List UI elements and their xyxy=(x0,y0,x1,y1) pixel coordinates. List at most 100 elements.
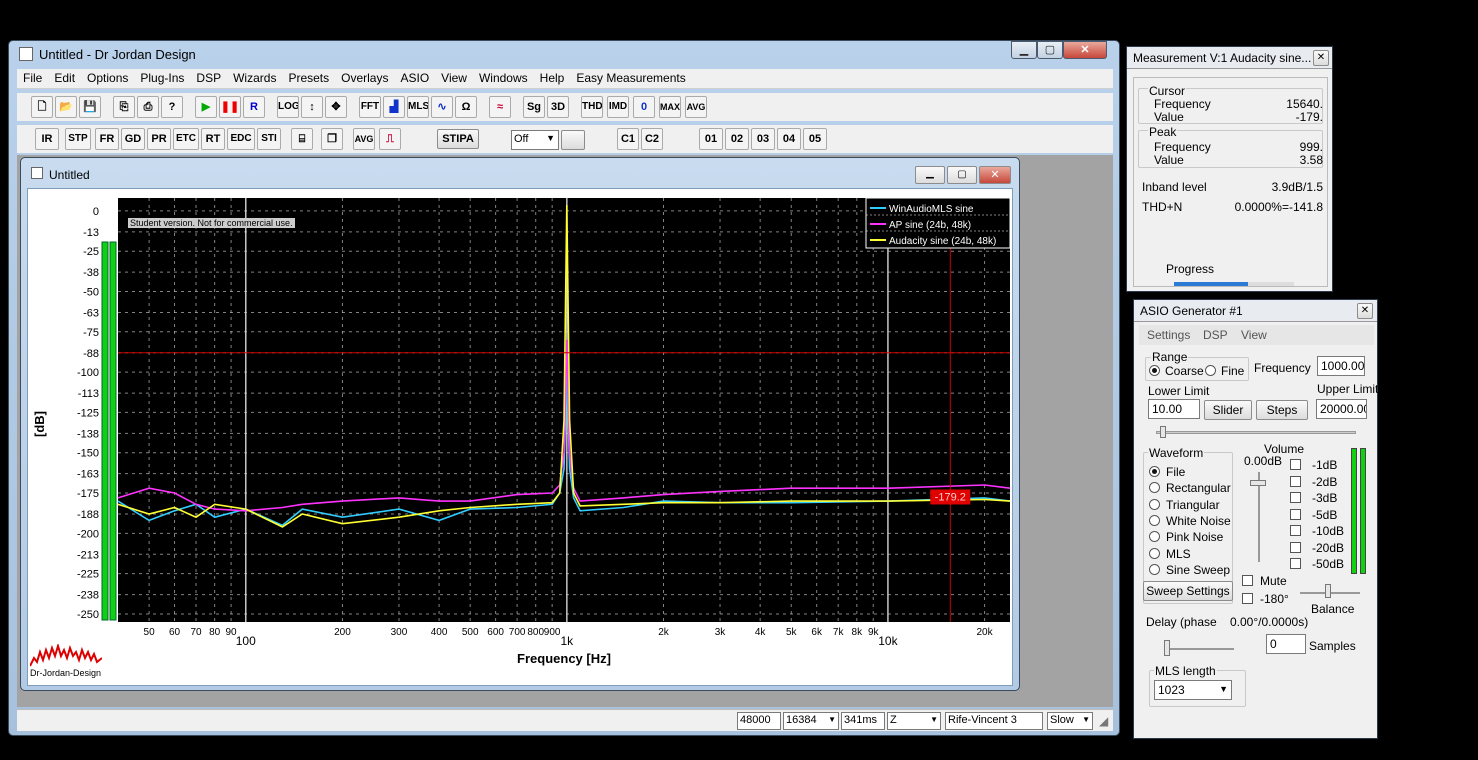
level-meter-right xyxy=(109,241,117,621)
frequency-slider-thumb[interactable] xyxy=(1160,426,1166,438)
attenuation-label: -20dB xyxy=(1312,540,1345,555)
generator-window: ASIO Generator #1 ✕ Settings DSP View Ra… xyxy=(1133,299,1378,739)
waveform-label-white-noise: White Noise xyxy=(1166,513,1231,528)
gen-menu-dsp[interactable]: DSP xyxy=(1203,328,1228,342)
y-tick-label: -63 xyxy=(83,307,99,319)
fine-radio[interactable] xyxy=(1205,365,1216,376)
progress-bar xyxy=(1174,282,1294,286)
y-tick-label: 0 xyxy=(93,206,99,218)
upper-limit-label: Upper Limit xyxy=(1317,382,1379,396)
x-tick-label: 20k xyxy=(977,627,994,638)
gen-titlebar: ASIO Generator #1 ✕ xyxy=(1134,300,1377,322)
y-tick-label: -13 xyxy=(83,227,99,239)
mute-checkbox[interactable] xyxy=(1242,575,1253,586)
waveform-radio-mls[interactable] xyxy=(1149,547,1160,559)
x-tick-label: 10k xyxy=(878,634,898,648)
x-tick-label: 100 xyxy=(236,634,256,648)
mls-length-select[interactable]: 1023 ▼ xyxy=(1154,680,1232,700)
slider-button[interactable]: Slider xyxy=(1204,400,1252,420)
y-tick-label: -113 xyxy=(78,388,99,400)
range-label: Range xyxy=(1151,350,1189,364)
y-tick-label: -38 xyxy=(83,267,99,279)
coarse-radio[interactable] xyxy=(1149,365,1160,376)
steps-button[interactable]: Steps xyxy=(1256,400,1308,420)
attenuation-checkbox-minus-1db[interactable] xyxy=(1290,459,1301,470)
x-tick-label: 300 xyxy=(391,627,408,638)
level-meter-left xyxy=(1351,448,1357,574)
y-tick-label: -213 xyxy=(77,549,99,561)
waveform-radio-sine-sweep[interactable] xyxy=(1149,563,1160,575)
student-watermark: Student version. Not for commercial use. xyxy=(128,218,295,228)
attenuation-checkbox-minus-10db[interactable] xyxy=(1290,525,1301,536)
inband-label: Inband level xyxy=(1142,180,1207,194)
x-tick-label: 1k xyxy=(561,634,575,648)
upper-limit-input[interactable]: 20000.00 xyxy=(1316,399,1367,419)
y-tick-label: -238 xyxy=(77,590,99,602)
legend-entry: Audacity sine (24b, 48k) xyxy=(889,236,996,247)
delay-value: 0.00°/0.0000s) xyxy=(1230,615,1309,629)
x-tick-label: 600 xyxy=(487,627,504,638)
attenuation-checkbox-minus-20db[interactable] xyxy=(1290,541,1301,553)
legend-entry: AP sine (24b, 48k) xyxy=(889,220,971,231)
balance-slider-thumb[interactable] xyxy=(1325,584,1331,598)
frequency-input[interactable]: 1000.00 xyxy=(1317,356,1365,376)
gen-menubar: Settings DSP View xyxy=(1139,325,1374,345)
delay-slider-thumb[interactable] xyxy=(1164,640,1170,656)
attenuation-checkbox-minus-3db[interactable] xyxy=(1290,492,1301,503)
attenuation-checkbox-minus-50db[interactable] xyxy=(1290,558,1301,569)
y-tick-label: -138 xyxy=(77,428,99,440)
mls-length-label: MLS length xyxy=(1154,664,1217,678)
y-tick-label: -225 xyxy=(77,569,99,581)
frequency-label: Frequency xyxy=(1254,361,1311,375)
lower-limit-input[interactable]: 10.00 xyxy=(1148,399,1200,419)
peak-label: Peak xyxy=(1148,125,1178,139)
waveform-radio-file[interactable] xyxy=(1149,466,1160,477)
gen-menu-settings[interactable]: Settings xyxy=(1147,328,1190,342)
x-tick-label: 80 xyxy=(209,627,221,638)
level-meter-left xyxy=(101,241,109,621)
volume-value: 0.00dB xyxy=(1244,454,1283,468)
peak-frequency-value: 999. xyxy=(1299,140,1323,154)
delay-slider-track[interactable] xyxy=(1164,648,1234,650)
progress-fill xyxy=(1174,282,1249,286)
x-tick-label: 3k xyxy=(715,627,727,638)
attenuation-checkbox-minus-2db[interactable] xyxy=(1290,475,1301,487)
cursor-value-label: Value xyxy=(1154,110,1184,124)
cursor-value: -179. xyxy=(1295,110,1323,124)
attenuation-label: -10dB xyxy=(1312,524,1345,538)
x-tick-label: 800 xyxy=(527,627,544,638)
waveform-radio-triangular[interactable] xyxy=(1149,498,1160,510)
x-tick-label: 200 xyxy=(334,627,351,638)
x-tick-label: 400 xyxy=(431,627,448,638)
x-axis-label: Frequency [Hz] xyxy=(517,651,611,666)
y-tick-label: -88 xyxy=(83,348,99,360)
mls-length-value: 1023 xyxy=(1158,683,1185,697)
chevron-down-icon: ▼ xyxy=(1219,684,1228,694)
volume-slider-thumb[interactable] xyxy=(1250,480,1266,486)
y-tick-label: -200 xyxy=(77,528,99,540)
x-tick-label: 700 xyxy=(509,627,526,638)
waveform-radio-white-noise[interactable] xyxy=(1149,514,1160,526)
y-axis-label: [dB] xyxy=(32,411,47,437)
sweep-settings-button[interactable]: Sweep Settings xyxy=(1143,581,1233,601)
x-tick-label: 2k xyxy=(658,627,670,638)
phase180-checkbox[interactable] xyxy=(1242,593,1253,604)
measure-close-button[interactable]: ✕ xyxy=(1313,50,1329,66)
balance-label: Balance xyxy=(1311,602,1355,616)
delay-label: Delay (phase xyxy=(1146,615,1217,629)
attenuation-label: -2dB xyxy=(1312,474,1338,489)
inband-value: 3.9dB/1.5 xyxy=(1271,180,1323,194)
peak-frequency-label: Frequency xyxy=(1154,140,1211,154)
waveform-label-file: File xyxy=(1166,465,1186,479)
gen-menu-view[interactable]: View xyxy=(1241,328,1267,342)
samples-input[interactable]: 0 xyxy=(1266,634,1306,654)
measure-title: Measurement V:1 Audacity sine... xyxy=(1133,51,1312,65)
logo-text: Dr-Jordan-Design xyxy=(30,668,102,678)
attenuation-checkbox-minus-5db[interactable] xyxy=(1290,508,1301,520)
gen-close-button[interactable]: ✕ xyxy=(1357,303,1373,319)
progress-label: Progress xyxy=(1166,262,1215,276)
frequency-slider-track[interactable] xyxy=(1156,431,1356,434)
waveform-label-triangular: Triangular xyxy=(1166,497,1220,512)
x-tick-label: 7k xyxy=(833,627,845,638)
thd-label: THD+N xyxy=(1142,200,1183,214)
